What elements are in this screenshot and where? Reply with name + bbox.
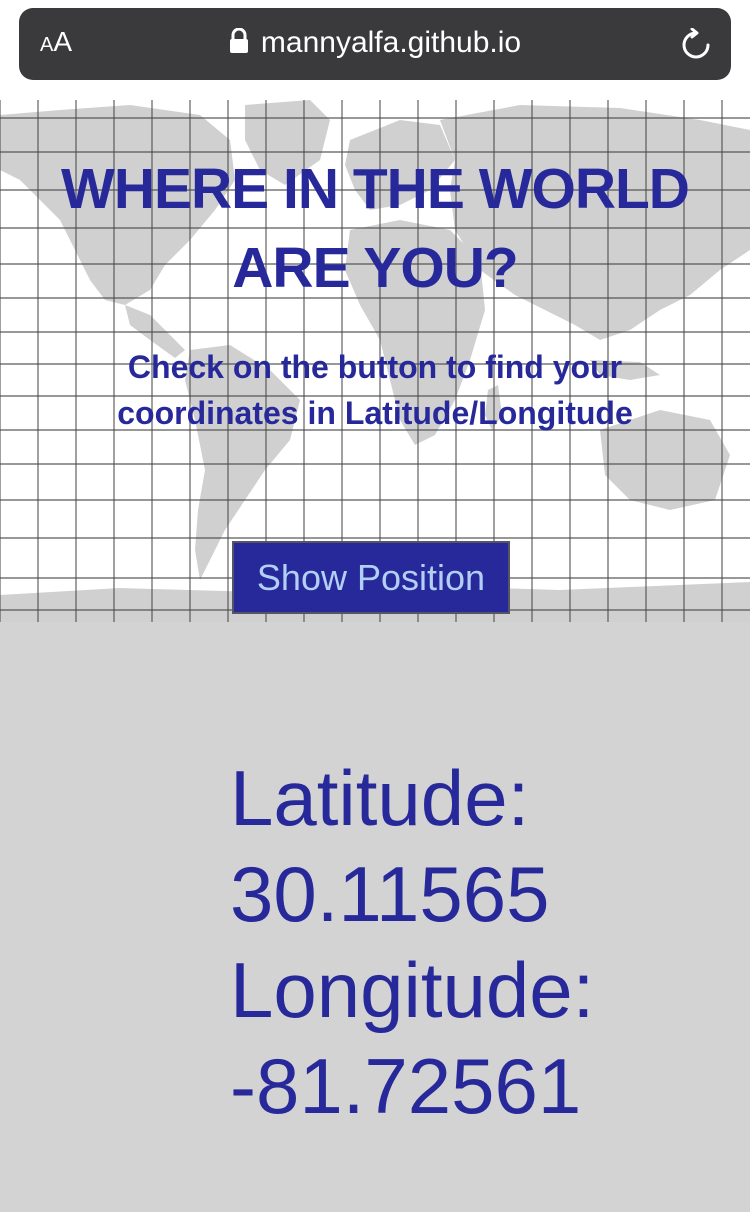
address-bar[interactable]: AA mannyalfa.github.io: [19, 8, 731, 80]
page-title: WHERE IN THE WORLD ARE YOU?: [0, 150, 750, 308]
longitude-value: -81.72561: [230, 1042, 582, 1130]
latitude-value: 30.11565: [230, 850, 550, 938]
page-subtitle-line-1: Check on the button to find your: [127, 349, 623, 385]
latitude-label: Latitude:: [230, 754, 530, 842]
hero-section: WHERE IN THE WORLD ARE YOU? Check on the…: [0, 100, 750, 622]
browser-bar: AA mannyalfa.github.io: [0, 0, 750, 100]
coordinates-display: Latitude: 30.11565 Longitude: -81.72561: [230, 750, 594, 1134]
reload-icon[interactable]: [679, 27, 713, 67]
longitude-label: Longitude:: [230, 946, 595, 1034]
url-text: mannyalfa.github.io: [260, 26, 522, 59]
page-title-line-1: WHERE IN THE WORLD: [61, 157, 690, 221]
results-panel: Latitude: 30.11565 Longitude: -81.72561: [0, 622, 750, 1212]
page-title-line-2: ARE YOU?: [232, 236, 519, 300]
url-display[interactable]: mannyalfa.github.io: [19, 26, 731, 62]
lock-icon: [229, 27, 249, 62]
show-position-button[interactable]: Show Position: [232, 541, 510, 614]
page-subtitle: Check on the button to find your coordin…: [0, 344, 750, 436]
page-subtitle-line-2: coordinates in Latitude/Longitude: [117, 395, 633, 431]
